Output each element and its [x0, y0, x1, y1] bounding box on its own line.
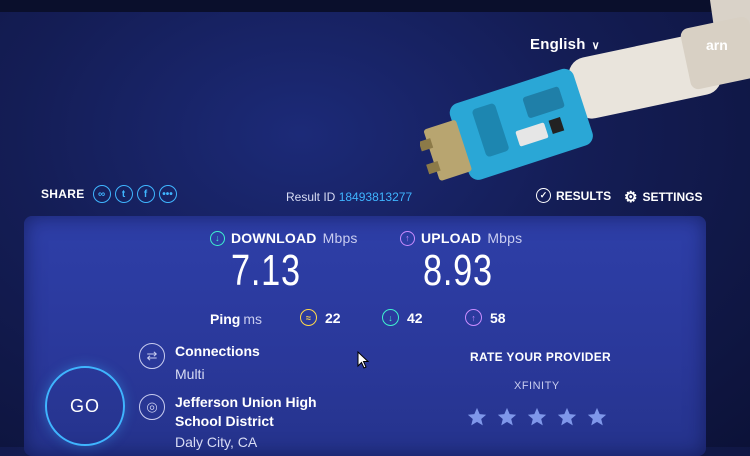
language-label: English [530, 36, 586, 53]
learn-link-partial[interactable]: arn [706, 37, 728, 53]
star-icon[interactable] [496, 406, 518, 428]
results-button[interactable]: ✓ RESULTS [536, 188, 611, 203]
ping-download-icon: ↓ [382, 309, 399, 326]
results-label: RESULTS [556, 188, 612, 203]
mouse-cursor-icon [357, 351, 369, 369]
connections-icon: ⇄ [139, 343, 165, 369]
result-id-value[interactable]: 18493813277 [339, 190, 412, 204]
link-icon[interactable]: ∞ [92, 185, 111, 203]
ping-label-text: Ping [210, 311, 241, 327]
star-icon[interactable] [466, 406, 488, 428]
upload-unit: Mbps [487, 230, 523, 246]
star-icon[interactable] [556, 406, 578, 428]
settings-button[interactable]: ⚙ SETTINGS [624, 188, 702, 206]
ping-idle-icon: ≈ [300, 309, 317, 326]
rate-provider-title: RATE YOUR PROVIDER [470, 350, 611, 364]
share-label: SHARE [41, 187, 85, 201]
star-icon[interactable] [526, 406, 548, 428]
ping-download-value: 42 [407, 309, 423, 326]
ping-label: Ping ms [210, 311, 262, 327]
provider-name: XFINITY [514, 380, 560, 392]
result-id-label: Result ID [286, 190, 336, 204]
go-label: GO [69, 395, 100, 416]
star-icon[interactable] [586, 406, 608, 428]
ping-unit: ms [243, 311, 263, 327]
language-selector[interactable]: English ∨ [530, 36, 600, 53]
usb-cable-photo [420, 0, 750, 181]
twitter-icon[interactable]: t [114, 185, 133, 203]
result-id: Result ID 18493813277 [286, 190, 412, 204]
more-icon[interactable]: ••• [158, 185, 177, 203]
server-location: Daly City, CA [175, 434, 258, 450]
globe-icon: ◎ [139, 394, 165, 420]
checkmark-icon: ✓ [536, 188, 551, 203]
share-bar: SHARE ∞ t f ••• [41, 185, 177, 203]
ping-idle-value: 22 [325, 309, 341, 326]
connections-title[interactable]: Connections [175, 343, 260, 359]
upload-header: ↑ UPLOAD Mbps [400, 230, 522, 246]
download-unit: Mbps [322, 230, 358, 246]
ping-upload: ↑ 58 [465, 309, 506, 326]
ping-idle: ≈ 22 [300, 309, 341, 326]
facebook-icon[interactable]: f [136, 185, 155, 203]
settings-label: SETTINGS [642, 190, 703, 204]
server-name[interactable]: Jefferson Union High School District [175, 393, 335, 431]
download-speed-value: 7.13 [231, 246, 301, 295]
ping-upload-value: 58 [490, 309, 506, 326]
download-arrow-icon: ↓ [210, 230, 225, 246]
upload-arrow-icon: ↑ [400, 230, 415, 246]
download-header: ↓ DOWNLOAD Mbps [210, 230, 358, 246]
connections-value: Multi [175, 366, 205, 382]
go-button[interactable]: GO [45, 366, 125, 446]
upload-label: UPLOAD [421, 230, 482, 246]
download-label: DOWNLOAD [231, 230, 317, 246]
upload-speed-value: 8.93 [423, 246, 493, 295]
ping-download: ↓ 42 [382, 309, 423, 326]
gear-icon: ⚙ [624, 189, 638, 206]
chevron-down-icon: ∨ [591, 40, 600, 52]
star-rating [466, 406, 608, 428]
ping-upload-icon: ↑ [465, 309, 482, 326]
